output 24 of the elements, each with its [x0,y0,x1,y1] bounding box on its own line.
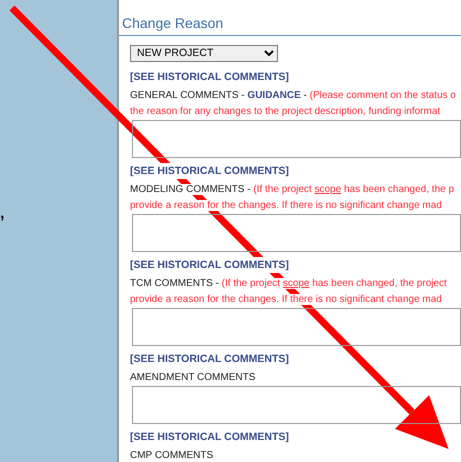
comment-textarea[interactable] [132,214,461,252]
instruction-text: the reason for any changes to the project description, funding informat [130,106,440,117]
guidance-link[interactable]: GUIDANCE [247,90,301,101]
comment-textarea[interactable] [132,120,461,158]
history-link[interactable]: [SEE HISTORICAL COMMENTS] [130,351,289,367]
field-label: MODELING COMMENTS - [130,184,251,195]
field-label: GENERAL COMMENTS - [130,90,245,101]
instruction-text: (Please comment on the status o [310,90,456,101]
change-reason-dropdown[interactable]: NEW PROJECT [130,44,278,62]
history-link[interactable]: [SEE HISTORICAL COMMENTS] [130,429,289,445]
history-link[interactable]: [SEE HISTORICAL COMMENTS] [130,257,289,273]
text-fragment: , [0,206,4,222]
instruction-text: provide a reason for the changes. If there is no significant change mad [130,294,442,305]
section-heading: Change Reason [119,14,461,36]
field-label: TCM COMMENTS - [130,278,219,289]
history-link[interactable]: [SEE HISTORICAL COMMENTS] [130,163,289,179]
instruction-text: (If the project scope has been changed, the project [222,278,447,289]
comment-textarea[interactable] [132,386,461,424]
field-label: AMENDMENT COMMENTS [130,372,256,383]
instruction-text: (If the project scope has been changed, the p [253,184,454,195]
field-label: CMP COMMENTS [130,450,214,461]
comment-textarea[interactable] [132,308,461,346]
instruction-text: provide a reason for the changes. If there is no significant change mad [130,200,442,211]
history-link[interactable]: [SEE HISTORICAL COMMENTS] [130,69,289,85]
